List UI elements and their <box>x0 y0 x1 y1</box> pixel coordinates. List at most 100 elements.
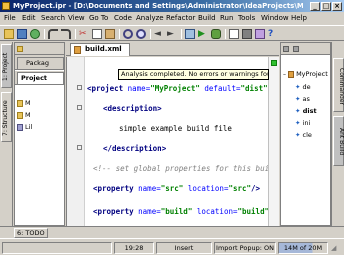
copy-icon[interactable] <box>92 29 102 39</box>
error-stripe[interactable] <box>268 57 279 226</box>
menu-edit[interactable]: Edit <box>22 14 36 22</box>
code-line: simple example build file <box>119 124 232 133</box>
minimize-button[interactable]: _ <box>310 2 320 11</box>
xml-text: simple example build file <box>119 124 232 133</box>
tree-item[interactable]: M <box>17 99 31 109</box>
structure-item[interactable]: ✦ as <box>295 95 310 105</box>
plugin-icon[interactable] <box>255 29 265 39</box>
xml-attr: name= <box>127 84 151 93</box>
settings-icon[interactable] <box>242 29 252 39</box>
target-icon: ✦ <box>295 83 303 91</box>
xml-attr: location= <box>183 184 229 193</box>
xml-comment: <!-- set global properties for this bui <box>93 164 270 173</box>
menu-build[interactable]: Build <box>198 14 216 22</box>
commander-tool-button[interactable]: Commander <box>333 58 344 112</box>
synchronize-icon[interactable] <box>30 29 40 39</box>
menu-goto[interactable]: Go To <box>89 14 108 22</box>
xml-value: "build" <box>237 207 270 216</box>
menu-search[interactable]: Search <box>41 14 65 22</box>
import-popup-status[interactable]: Import Popup: ON <box>214 242 276 254</box>
title-bar: MyProject.ipr - [D:\Documents and Settin… <box>0 0 344 12</box>
structure-item-label: as <box>302 95 310 103</box>
bottom-tool-strip: 6: TODO <box>0 226 344 238</box>
maximize-button[interactable]: □ <box>321 2 331 11</box>
tab-packages[interactable]: Packag <box>17 57 64 69</box>
tab-project[interactable]: Project <box>17 72 64 84</box>
back-icon[interactable]: ◄ <box>154 29 164 39</box>
forward-icon[interactable]: ► <box>167 29 177 39</box>
editor-tab-build-xml[interactable]: build.xml <box>70 43 130 56</box>
code-editor[interactable]: <project name="MyProject" default="dist"… <box>66 57 279 226</box>
xml-tag: /> <box>251 184 261 193</box>
analysis-ok-icon[interactable] <box>271 60 277 66</box>
caret-position: 19:28 <box>114 242 154 254</box>
tab-project-label: Project <box>21 74 48 82</box>
structure-item-label: cle <box>302 131 312 139</box>
xml-tag: <project <box>87 84 128 93</box>
structure-item[interactable]: ✦ cle <box>295 131 312 141</box>
structure-sort-icon[interactable] <box>293 46 299 52</box>
menu-window[interactable]: Window <box>261 14 289 22</box>
redo-icon[interactable] <box>61 29 71 39</box>
debug-icon[interactable] <box>211 29 221 39</box>
menu-tools[interactable]: Tools <box>238 14 255 22</box>
main-toolbar: ✂ ◄ ► ▶ ? <box>0 25 344 41</box>
code-line: <project name="MyProject" default="dist" <box>87 84 268 93</box>
replace-icon[interactable] <box>136 29 146 39</box>
project-panel: Packag Project M M Lil <box>14 42 65 226</box>
fold-marker-icon[interactable] <box>77 145 82 150</box>
menu-refactor[interactable]: Refactor <box>166 14 195 22</box>
code-line: <!-- set global properties for this bui <box>93 164 269 173</box>
xml-tag: <property <box>93 207 139 216</box>
structure-item[interactable]: ✦ de <box>295 83 311 93</box>
menu-run[interactable]: Run <box>220 14 233 22</box>
resize-grip-icon[interactable]: ◢ <box>331 244 341 254</box>
save-all-icon[interactable] <box>17 29 27 39</box>
project-tool-label: 1: Project <box>2 52 9 82</box>
xml-attr: default= <box>199 84 241 93</box>
memory-indicator[interactable]: 14M of 20M <box>278 242 328 254</box>
fold-marker-icon[interactable] <box>77 105 82 110</box>
tree-item-label: M <box>25 111 31 119</box>
structure-item[interactable]: ✦ dist <box>295 107 317 117</box>
make-icon[interactable] <box>185 29 195 39</box>
code-line: <description> <box>103 104 162 113</box>
cut-icon[interactable]: ✂ <box>79 29 89 39</box>
xml-attr: name= <box>138 184 161 193</box>
structure-item-label: de <box>302 83 311 91</box>
structure-item-label: ini <box>302 119 311 127</box>
menu-view[interactable]: View <box>68 14 85 22</box>
structure-item[interactable]: ✦ ini <box>295 119 310 129</box>
todo-tool-button[interactable]: 6: TODO <box>14 228 48 238</box>
find-icon[interactable] <box>123 29 133 39</box>
insert-mode[interactable]: Insert <box>156 242 212 254</box>
structure-tool-button[interactable]: 7: Structure <box>1 92 12 142</box>
structure-panel-header <box>281 43 330 55</box>
folder-icon <box>17 99 23 107</box>
structure-root[interactable]: – MyProject <box>283 70 328 80</box>
javadoc-icon[interactable] <box>229 29 239 39</box>
code-line: <property name="src" location="src"/> <box>93 184 260 193</box>
structure-item-label: dist <box>302 107 317 115</box>
menu-code[interactable]: Code <box>114 14 132 22</box>
structure-panel: – MyProject ✦ de ✦ as ✦ dist ✦ ini ✦ cle <box>280 42 331 226</box>
help-icon[interactable]: ? <box>268 29 278 39</box>
fold-marker-icon[interactable] <box>77 85 82 90</box>
menu-file[interactable]: File <box>4 14 16 22</box>
paste-icon[interactable] <box>105 29 115 39</box>
target-icon: ✦ <box>295 119 303 127</box>
close-button[interactable]: × <box>332 2 342 11</box>
project-tab-row: Project <box>15 71 64 85</box>
menu-analyze[interactable]: Analyze <box>136 14 164 22</box>
tree-item[interactable]: M <box>17 111 31 121</box>
tree-item[interactable]: Lil <box>17 123 32 133</box>
project-tool-button[interactable]: 1: Project <box>1 44 12 88</box>
undo-icon[interactable] <box>48 29 58 39</box>
toolbar-separator <box>75 29 76 39</box>
open-project-icon[interactable] <box>4 29 14 39</box>
collapse-icon[interactable]: – <box>283 71 286 78</box>
ant-build-tool-button[interactable]: Ant Build <box>333 116 344 166</box>
menu-help[interactable]: Help <box>291 14 307 22</box>
xml-tag: <property <box>93 184 139 193</box>
run-icon[interactable]: ▶ <box>198 29 208 39</box>
